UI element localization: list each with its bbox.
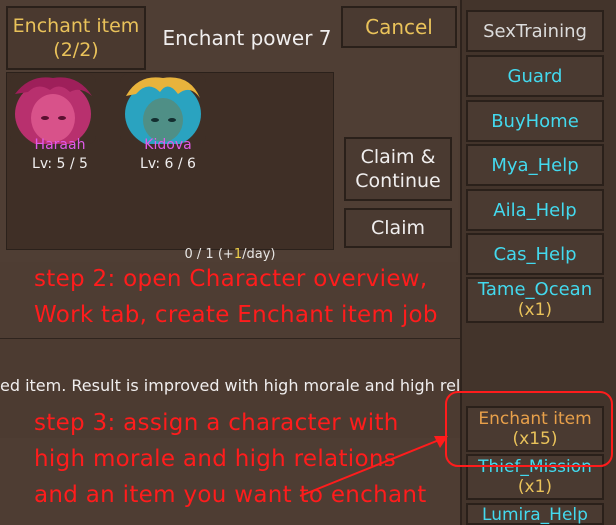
highlight-box <box>445 391 613 467</box>
arrow-line <box>299 437 445 497</box>
annotation-arrow-overlay <box>299 391 613 497</box>
